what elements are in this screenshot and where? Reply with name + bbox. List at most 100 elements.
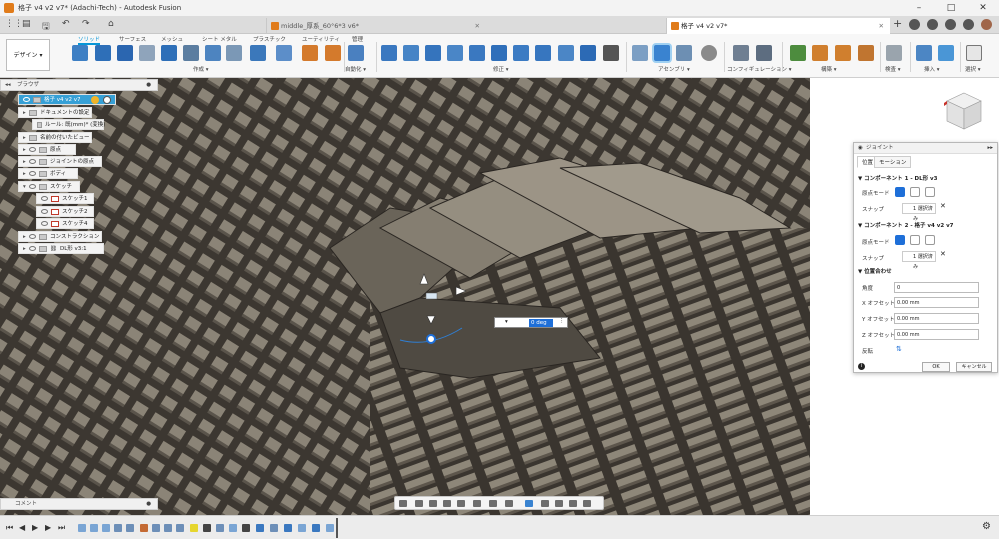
tab-manage[interactable]: 管理 — [352, 35, 363, 43]
collapse-icon[interactable]: ▾ — [23, 182, 29, 193]
browser-item-bodies[interactable]: ▸ ボディ — [18, 168, 78, 179]
fillet-icon[interactable] — [403, 45, 419, 61]
look-at-icon[interactable] — [415, 500, 423, 507]
pin-icon[interactable]: ● — [146, 80, 151, 91]
measure-icon[interactable] — [886, 45, 902, 61]
group-construct[interactable]: 構築 ▾ — [821, 65, 837, 73]
press-pull-icon[interactable] — [381, 45, 397, 61]
browser-item-sketch2[interactable]: スケッチ2 — [36, 206, 94, 217]
sweep-icon[interactable] — [183, 45, 199, 61]
snap-selection[interactable]: 1 選択済み — [902, 203, 936, 222]
timeline-feature-icon[interactable] — [102, 524, 110, 532]
angle-input[interactable]: ▾ 0 deg ⋮ — [494, 317, 568, 328]
step-forward-icon[interactable]: ▶ — [45, 523, 51, 532]
create-sketch-icon[interactable] — [72, 45, 88, 61]
angle-field[interactable]: 0 — [894, 282, 979, 293]
alignment-section[interactable]: ▼ 位置合わせ — [858, 267, 892, 275]
timeline-feature-icon[interactable] — [326, 524, 334, 532]
save-icon[interactable]: 🖫 — [42, 19, 50, 35]
extensions-icon[interactable] — [909, 19, 920, 30]
tab-plastic[interactable]: プラスチック — [253, 35, 286, 43]
tangent-plane-icon[interactable] — [835, 45, 851, 61]
close-tab-icon[interactable]: ✕ — [475, 18, 480, 34]
group-assemble[interactable]: アセンブリ ▾ — [658, 65, 690, 73]
visibility-icon[interactable] — [29, 246, 36, 251]
browser-item-doc-settings[interactable]: ▸ ドキュメントの設定 — [18, 107, 92, 118]
component1-section[interactable]: ▼ コンポーネント 1 - DL形 v3 — [858, 174, 937, 182]
timeline-feature-icon[interactable] — [190, 524, 198, 532]
timeline-feature-icon[interactable] — [298, 524, 306, 532]
new-component-icon[interactable] — [632, 45, 648, 61]
visibility-icon[interactable] — [41, 196, 48, 201]
browser-item-root[interactable]: 格子 v4 v2 v7 — [18, 94, 116, 105]
flip-icon[interactable]: ⇅ — [896, 345, 902, 353]
redo-icon[interactable]: ↷ — [82, 19, 90, 29]
visibility-icon[interactable] — [23, 97, 30, 102]
close-tab-icon[interactable]: ✕ — [879, 18, 884, 34]
visibility-icon[interactable] — [29, 234, 36, 239]
ok-button[interactable]: OK — [922, 362, 950, 372]
group-select[interactable]: 選択 ▾ — [965, 65, 981, 73]
split-face-icon[interactable] — [580, 45, 596, 61]
browser-item-sketch1[interactable]: スケッチ1 — [36, 193, 94, 204]
clear-selection-icon[interactable]: ✕ — [940, 250, 946, 258]
timeline-feature-icon[interactable] — [164, 524, 172, 532]
as-built-joint-icon[interactable] — [676, 45, 692, 61]
automate-icon[interactable] — [348, 45, 364, 61]
visual-style-icon[interactable] — [555, 500, 563, 507]
undo-icon[interactable]: ↶ — [62, 19, 70, 29]
expand-icon[interactable]: ▸ — [23, 169, 29, 180]
configure-icon[interactable] — [733, 45, 749, 61]
simple-mode-icon[interactable] — [895, 235, 905, 245]
timeline-feature-icon[interactable] — [114, 524, 122, 532]
info-icon[interactable]: i — [858, 363, 865, 370]
browser-item-sketch4[interactable]: スケッチ4 — [36, 218, 94, 229]
workspace-switcher-button[interactable]: デザイン ▾ — [6, 39, 50, 71]
dialog-header[interactable]: ◉ ジョイント ▸▸ — [854, 143, 997, 154]
between-two-faces-icon[interactable] — [910, 187, 920, 197]
chamfer-icon[interactable] — [425, 45, 441, 61]
orbit-icon[interactable] — [399, 500, 407, 507]
replace-face-icon[interactable] — [558, 45, 574, 61]
input-mode-icon[interactable]: ▾ — [505, 319, 508, 325]
maximize-button[interactable]: □ — [936, 0, 966, 16]
loft-icon[interactable] — [161, 45, 177, 61]
visibility-icon[interactable] — [41, 209, 48, 214]
collapse-panel-icon[interactable]: ◂◂ — [5, 80, 11, 91]
draft-icon[interactable] — [469, 45, 485, 61]
group-modify[interactable]: 修正 ▾ — [493, 65, 509, 73]
timeline-feature-icon[interactable] — [242, 524, 250, 532]
insert-canvas-icon[interactable] — [938, 45, 954, 61]
activate-radio-icon[interactable] — [103, 96, 111, 104]
expand-icon[interactable]: ▸ — [23, 157, 29, 168]
tab-lattice[interactable]: 格子 v4 v2 v7* ✕ — [666, 18, 890, 34]
grid-settings-icon[interactable] — [489, 500, 497, 507]
browser-item-origin[interactable]: ▸ 原点 — [18, 144, 76, 155]
play-icon[interactable]: ▶ — [32, 523, 38, 532]
tab-mesh[interactable]: メッシュ — [161, 35, 183, 43]
angle-value[interactable]: 0 deg — [529, 319, 553, 327]
browser-item-units[interactable]: ルール: 既(mm)* (変換) — [32, 119, 105, 130]
timeline-feature-icon[interactable] — [140, 524, 148, 532]
effects-icon[interactable] — [583, 500, 591, 507]
select-icon[interactable] — [966, 45, 982, 61]
go-to-end-icon[interactable]: ⏭ — [58, 523, 65, 533]
extrude-icon[interactable] — [95, 45, 111, 61]
plane-at-angle-icon[interactable] — [812, 45, 828, 61]
cancel-button[interactable]: キャンセル — [956, 362, 992, 372]
timeline-feature-icon[interactable] — [284, 524, 292, 532]
tab-motion[interactable]: モーション — [874, 156, 912, 168]
pattern-icon[interactable] — [250, 45, 266, 61]
comments-panel[interactable]: コメント ● — [0, 498, 158, 510]
boundary-fill-icon[interactable] — [325, 45, 341, 61]
browser-item-joint-origins[interactable]: ▸ ジョイントの原点 — [18, 156, 102, 167]
close-window-button[interactable]: ✕ — [968, 0, 998, 16]
timeline-feature-icon[interactable] — [312, 524, 320, 532]
revolve-icon[interactable] — [117, 45, 133, 61]
tab-sheet-metal[interactable]: シート メタル — [202, 35, 237, 43]
expand-icon[interactable]: ▸ — [23, 232, 29, 243]
component2-section[interactable]: ▼ コンポーネント 2 - 格子 v4 v2 v7 — [858, 221, 954, 229]
two-edge-intersection-icon[interactable] — [925, 187, 935, 197]
pan-icon[interactable] — [429, 500, 437, 507]
tab-solid[interactable]: ソリッド — [78, 35, 101, 45]
